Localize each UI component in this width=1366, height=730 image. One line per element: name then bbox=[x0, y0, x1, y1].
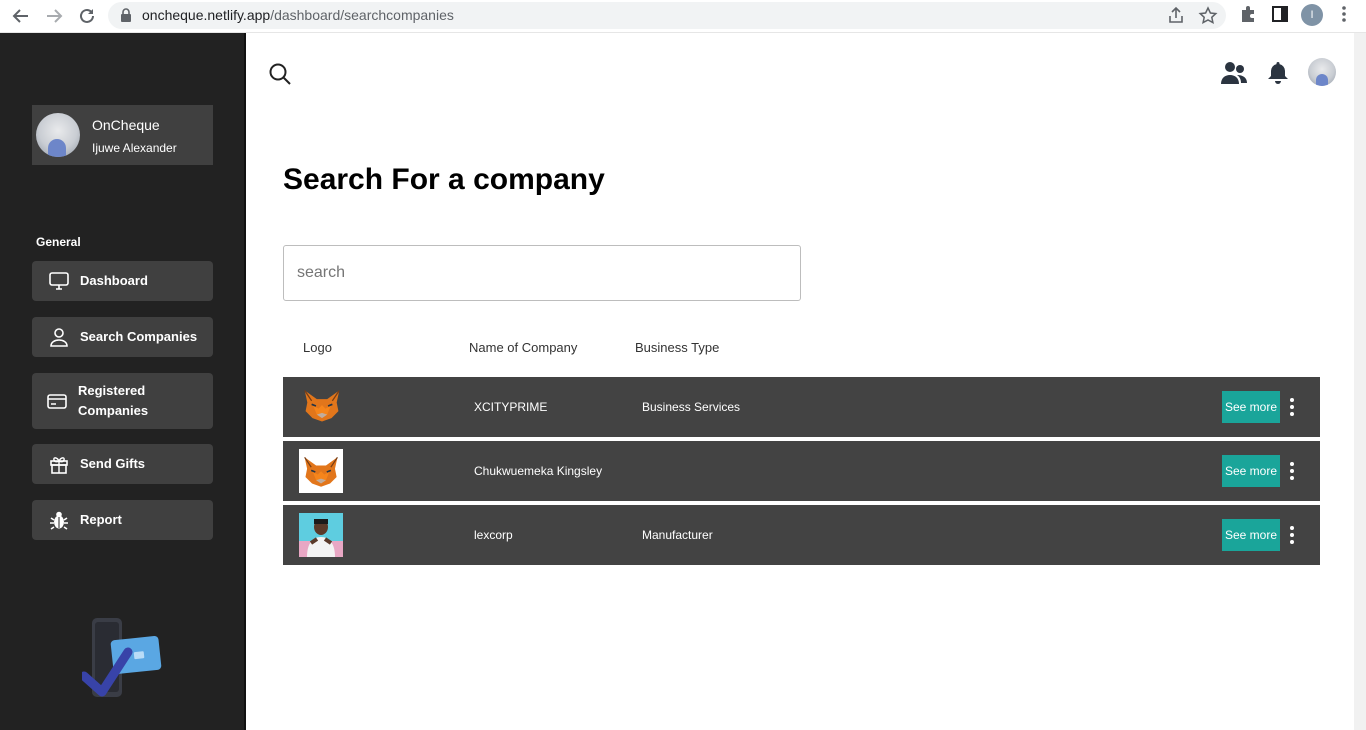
sidebar-item-label: Registered Companies bbox=[78, 383, 149, 418]
browser-toolbar: oncheque.netlify.app/dashboard/searchcom… bbox=[0, 0, 1366, 33]
credit-card-icon bbox=[46, 390, 68, 412]
page-title: Search For a company bbox=[283, 163, 605, 196]
user-icon bbox=[48, 326, 70, 348]
column-header-company-name: Name of Company bbox=[469, 340, 578, 355]
sidebar: OnCheque Ijuwe Alexander General Dashboa… bbox=[0, 33, 246, 730]
org-name: OnCheque bbox=[92, 117, 160, 133]
business-type: Manufacturer bbox=[642, 528, 713, 542]
section-label-general: General bbox=[36, 235, 81, 249]
bug-icon bbox=[48, 509, 70, 531]
monitor-icon bbox=[48, 270, 70, 292]
back-arrow-icon[interactable] bbox=[11, 6, 31, 26]
see-more-button[interactable]: See more bbox=[1222, 519, 1280, 551]
fox-logo bbox=[304, 390, 340, 422]
sidebar-item-registered-companies[interactable]: Registered Companies bbox=[32, 373, 213, 429]
column-header-business-type: Business Type bbox=[635, 340, 720, 355]
header-avatar[interactable] bbox=[1308, 58, 1336, 86]
address-bar[interactable]: oncheque.netlify.app/dashboard/searchcom… bbox=[108, 2, 1226, 29]
page-scrollbar[interactable] bbox=[1354, 33, 1366, 730]
company-search-input[interactable] bbox=[283, 245, 801, 301]
sidebar-item-search-companies[interactable]: Search Companies bbox=[32, 317, 213, 357]
lock-icon bbox=[121, 8, 131, 22]
see-more-button[interactable]: See more bbox=[1222, 455, 1280, 487]
table-row: lexcorp Manufacturer See more bbox=[283, 505, 1320, 565]
browser-menu-icon[interactable] bbox=[1334, 4, 1354, 24]
sidebar-item-label: Report bbox=[80, 512, 122, 527]
forward-arrow-icon[interactable] bbox=[44, 6, 64, 26]
fox-logo-white-bg bbox=[299, 449, 343, 493]
sidebar-item-label: Send Gifts bbox=[80, 456, 146, 471]
sidebar-item-label: Dashboard bbox=[80, 273, 148, 288]
sidebar-item-report[interactable]: Report bbox=[32, 500, 213, 540]
table-row: Chukwuemeka Kingsley See more bbox=[283, 441, 1320, 501]
bell-icon[interactable] bbox=[1266, 60, 1290, 86]
column-header-logo: Logo bbox=[303, 340, 332, 355]
row-menu-icon[interactable] bbox=[1285, 459, 1299, 483]
row-menu-icon[interactable] bbox=[1285, 523, 1299, 547]
person-photo bbox=[299, 513, 343, 557]
company-name: XCITYPRIME bbox=[474, 400, 548, 414]
phone-card-illustration bbox=[82, 618, 162, 697]
gift-icon bbox=[48, 453, 70, 475]
business-type: Business Services bbox=[642, 400, 741, 414]
users-icon[interactable] bbox=[1220, 60, 1248, 86]
sidebar-item-send-gifts[interactable]: Send Gifts bbox=[32, 444, 213, 484]
row-menu-icon[interactable] bbox=[1285, 395, 1299, 419]
sidebar-item-dashboard[interactable]: Dashboard bbox=[32, 261, 213, 301]
search-icon[interactable] bbox=[268, 62, 292, 86]
see-more-button[interactable]: See more bbox=[1222, 391, 1280, 423]
sidebar-item-label: Search Companies bbox=[80, 329, 198, 344]
table-row: XCITYPRIME Business Services See more bbox=[283, 377, 1320, 437]
reload-icon[interactable] bbox=[77, 6, 97, 26]
company-name: Chukwuemeka Kingsley bbox=[474, 464, 603, 478]
star-icon[interactable] bbox=[1198, 6, 1218, 26]
url-text: oncheque.netlify.app/dashboard/searchcom… bbox=[142, 7, 454, 23]
profile-avatar[interactable]: I bbox=[1301, 4, 1323, 26]
user-card[interactable]: OnCheque Ijuwe Alexander bbox=[32, 105, 213, 165]
share-icon[interactable] bbox=[1166, 6, 1186, 26]
side-panel-icon[interactable] bbox=[1270, 4, 1290, 24]
user-avatar bbox=[36, 113, 80, 157]
extensions-puzzle-icon[interactable] bbox=[1238, 4, 1258, 24]
company-name: lexcorp bbox=[474, 528, 513, 542]
user-name: Ijuwe Alexander bbox=[92, 141, 177, 155]
